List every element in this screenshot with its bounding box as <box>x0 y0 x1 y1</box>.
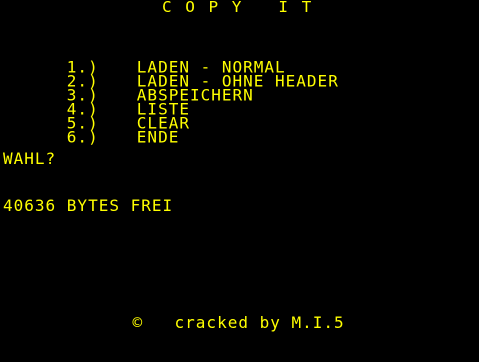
copyright-icon: © <box>132 313 144 332</box>
menu-item-load-headerless[interactable]: 2.) LADEN - OHNE HEADER <box>3 61 473 89</box>
free-memory-status: 40636 BYTES FREI <box>3 196 174 215</box>
menu-item-label: ENDE <box>136 127 180 147</box>
menu-item-save[interactable]: 3.) ABSPEICHERN <box>3 75 473 103</box>
choice-prompt[interactable]: WAHL? <box>3 151 56 167</box>
menu-item-exit[interactable]: 6.) ENDE <box>3 117 473 145</box>
main-menu: 1.) LADEN - NORMAL 2.) LADEN - OHNE HEADER… <box>3 47 473 145</box>
spectrum-screen: C O P Y I T 1.) LADEN - NORMAL 2.) LADEN -… <box>0 0 479 362</box>
menu-item-load-normal[interactable]: 1.) LADEN - NORMAL <box>3 47 473 75</box>
menu-item-clear[interactable]: 5.) CLEAR <box>3 103 473 131</box>
program-title: C O P Y I T <box>162 0 314 16</box>
credit-text: cracked by M.I.5 <box>174 313 345 332</box>
crack-credit: © cracked by M.I.5 <box>90 302 345 344</box>
menu-item-list[interactable]: 4.) LISTE <box>3 89 473 117</box>
menu-item-number: 6.) <box>66 127 99 147</box>
